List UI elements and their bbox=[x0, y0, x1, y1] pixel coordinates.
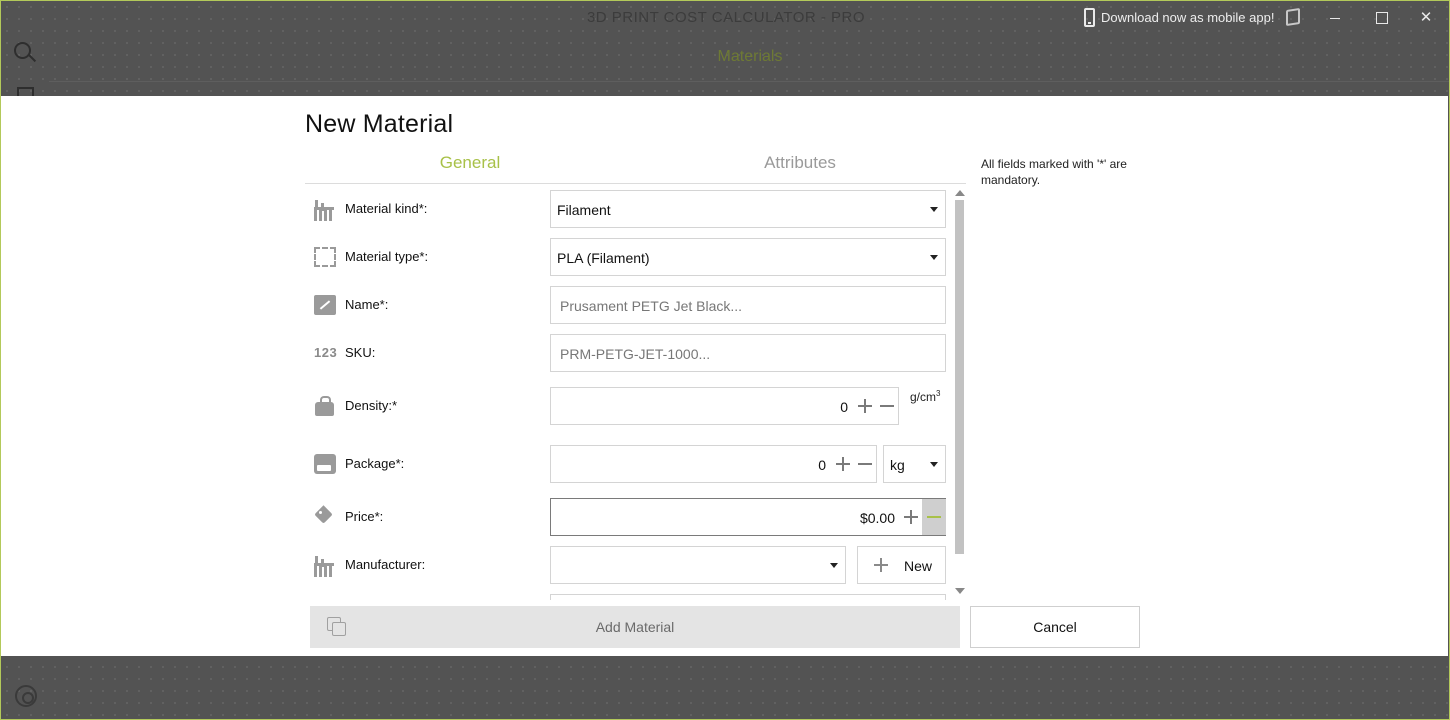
manufacturer-row: Manufacturer: New bbox=[305, 546, 951, 584]
cancel-button[interactable]: Cancel bbox=[970, 606, 1140, 648]
tab-attributes[interactable]: Attributes bbox=[635, 153, 965, 173]
numbers-icon: 123 bbox=[314, 345, 338, 360]
plus-icon[interactable] bbox=[858, 399, 872, 413]
tag-icon bbox=[314, 507, 336, 527]
manufacturer-label: Manufacturer: bbox=[345, 557, 426, 572]
density-unit: g/cm3 bbox=[910, 389, 941, 404]
search-icon[interactable] bbox=[14, 42, 34, 62]
plus-icon[interactable] bbox=[904, 510, 918, 524]
price-value: $0.00 bbox=[859, 510, 895, 526]
material-kind-row: Material kind*: Filament bbox=[305, 190, 951, 228]
form-scrollbar[interactable] bbox=[953, 188, 965, 598]
sku-placeholder: PRM-PETG-JET-1000... bbox=[560, 346, 711, 362]
factory-icon bbox=[314, 555, 336, 577]
dialog-tabs: General Attributes bbox=[305, 146, 966, 184]
plus-icon bbox=[874, 558, 888, 572]
pencil-icon bbox=[314, 295, 336, 315]
next-field[interactable] bbox=[550, 594, 946, 600]
gear-icon[interactable] bbox=[15, 685, 37, 707]
minus-icon[interactable] bbox=[922, 499, 946, 535]
cancel-label: Cancel bbox=[1033, 619, 1077, 635]
add-material-label: Add Material bbox=[595, 619, 675, 635]
selection-icon bbox=[314, 247, 336, 267]
package-value: 0 bbox=[818, 457, 826, 473]
package-row: Package*: 0 kg bbox=[305, 445, 951, 483]
sku-label: SKU: bbox=[345, 345, 376, 360]
factory-icon bbox=[314, 199, 336, 221]
material-type-row: Material type*: PLA (Filament) bbox=[305, 238, 951, 276]
price-row: Price*: $0.00 bbox=[305, 498, 951, 536]
new-material-dialog: New Material General Attributes All fiel… bbox=[1, 96, 1448, 656]
minus-icon[interactable] bbox=[858, 457, 872, 471]
tab-materials[interactable]: Materials bbox=[1, 48, 1449, 66]
form-area: Material kind*: Filament Material type*:… bbox=[305, 188, 951, 600]
material-type-label: Material type*: bbox=[345, 249, 429, 264]
price-label: Price*: bbox=[345, 509, 384, 524]
tab-general[interactable]: General bbox=[305, 153, 635, 173]
name-input[interactable]: Prusament PETG Jet Black... bbox=[550, 286, 946, 324]
mandatory-hint: All fields marked with '*' are mandatory… bbox=[981, 157, 1127, 187]
density-row: Density:* 0 g/cm3 bbox=[305, 387, 951, 425]
header-divider bbox=[49, 81, 1449, 82]
material-kind-value: Filament bbox=[557, 202, 611, 218]
sku-input[interactable]: PRM-PETG-JET-1000... bbox=[550, 334, 946, 372]
package-unit-select[interactable]: kg bbox=[883, 445, 946, 483]
add-material-button[interactable]: Add Material bbox=[310, 606, 960, 648]
minus-icon[interactable] bbox=[880, 399, 894, 413]
chevron-down-icon bbox=[930, 255, 938, 260]
name-placeholder: Prusament PETG Jet Black... bbox=[560, 298, 743, 314]
package-unit-value: kg bbox=[890, 457, 905, 473]
next-row bbox=[305, 594, 951, 600]
manufacturer-select[interactable] bbox=[550, 546, 846, 584]
material-kind-label: Material kind*: bbox=[345, 201, 428, 216]
scroll-down-icon[interactable] bbox=[955, 588, 965, 594]
material-kind-select[interactable]: Filament bbox=[550, 190, 946, 228]
name-row: Name*: Prusament PETG Jet Black... bbox=[305, 286, 951, 324]
weight-icon bbox=[314, 396, 336, 416]
chevron-down-icon bbox=[930, 462, 938, 467]
chevron-down-icon bbox=[930, 207, 938, 212]
package-icon bbox=[314, 454, 336, 474]
scroll-thumb[interactable] bbox=[955, 200, 964, 554]
sku-row: 123 SKU: PRM-PETG-JET-1000... bbox=[305, 334, 951, 372]
package-label: Package*: bbox=[345, 456, 405, 471]
material-type-value: PLA (Filament) bbox=[557, 250, 650, 266]
dialog-title: New Material bbox=[305, 110, 454, 138]
density-label: Density:* bbox=[345, 398, 398, 413]
new-label: New bbox=[904, 558, 933, 574]
scroll-up-icon[interactable] bbox=[955, 190, 965, 196]
density-value: 0 bbox=[840, 399, 848, 415]
new-manufacturer-button[interactable]: New bbox=[857, 546, 946, 584]
package-stepper[interactable]: 0 bbox=[550, 445, 877, 483]
name-label: Name*: bbox=[345, 297, 389, 312]
chevron-down-icon bbox=[830, 563, 838, 568]
material-type-select[interactable]: PLA (Filament) bbox=[550, 238, 946, 276]
list-icon[interactable] bbox=[17, 87, 34, 96]
density-stepper[interactable]: 0 bbox=[550, 387, 899, 425]
plus-icon[interactable] bbox=[836, 457, 850, 471]
price-stepper[interactable]: $0.00 bbox=[550, 498, 946, 536]
